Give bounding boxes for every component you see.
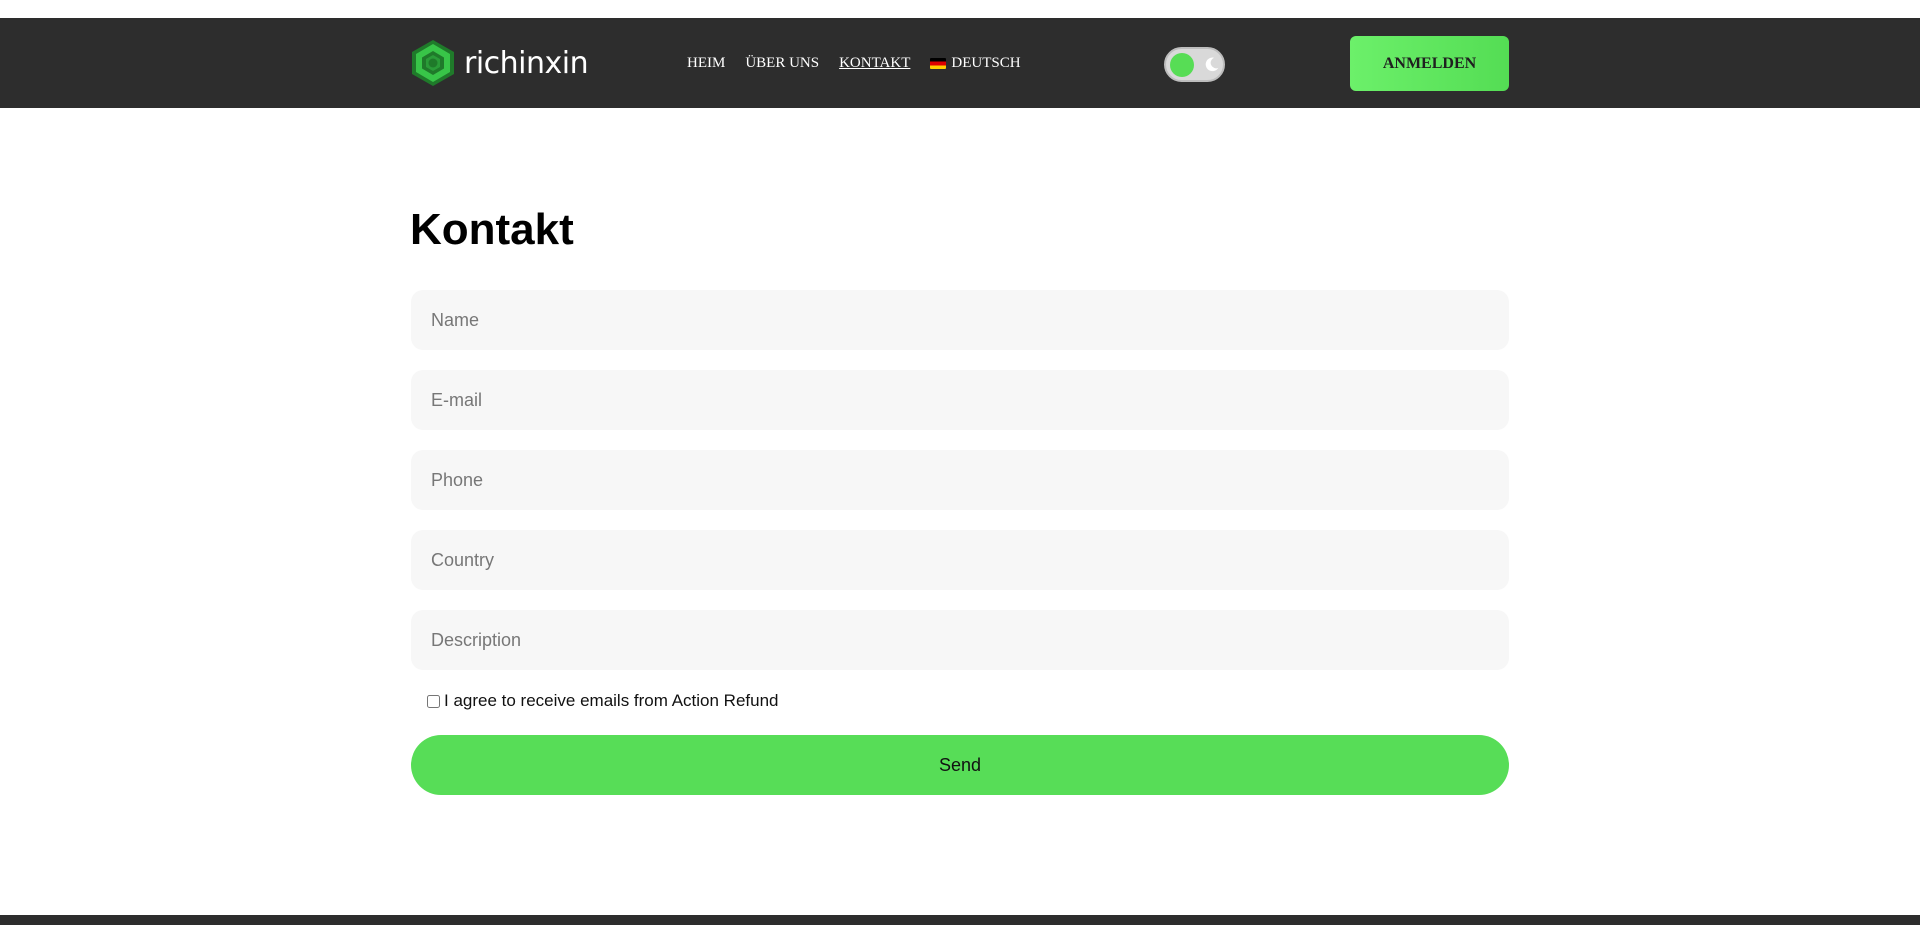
main-nav: HEIM ÜBER UNS KONTAKT DEUTSCH xyxy=(687,18,1021,108)
navbar: richinxin HEIM ÜBER UNS KONTAKT DEUTSCH … xyxy=(0,18,1920,108)
login-button[interactable]: ANMELDEN xyxy=(1350,36,1509,91)
agree-label: I agree to receive emails from Action Re… xyxy=(444,691,779,710)
country-input[interactable] xyxy=(411,530,1509,590)
theme-toggle[interactable] xyxy=(1164,47,1225,82)
agree-checkbox[interactable] xyxy=(427,694,440,708)
contact-form: I agree to receive emails from Action Re… xyxy=(411,290,1509,795)
logo-text: richinxin xyxy=(464,45,589,81)
agree-row: I agree to receive emails from Action Re… xyxy=(427,687,1509,715)
send-button[interactable]: Send xyxy=(411,735,1509,795)
phone-input[interactable] xyxy=(411,450,1509,510)
hexagon-logo-icon xyxy=(412,40,454,86)
nav-item-ueber-uns[interactable]: ÜBER UNS xyxy=(745,55,819,72)
name-input[interactable] xyxy=(411,290,1509,350)
moon-icon xyxy=(1205,57,1219,72)
page-title: Kontakt xyxy=(410,205,574,254)
logo-link[interactable]: richinxin xyxy=(410,37,589,89)
language-label: DEUTSCH xyxy=(951,54,1021,71)
footer-bar xyxy=(0,915,1920,925)
description-input[interactable] xyxy=(411,610,1509,670)
nav-item-kontakt[interactable]: KONTAKT xyxy=(839,55,910,72)
language-selector[interactable]: DEUTSCH xyxy=(930,54,1021,72)
email-input[interactable] xyxy=(411,370,1509,430)
nav-item-heim[interactable]: HEIM xyxy=(687,55,725,72)
germany-flag-icon xyxy=(930,57,947,69)
toggle-knob xyxy=(1170,53,1194,77)
top-strip xyxy=(0,0,1920,18)
